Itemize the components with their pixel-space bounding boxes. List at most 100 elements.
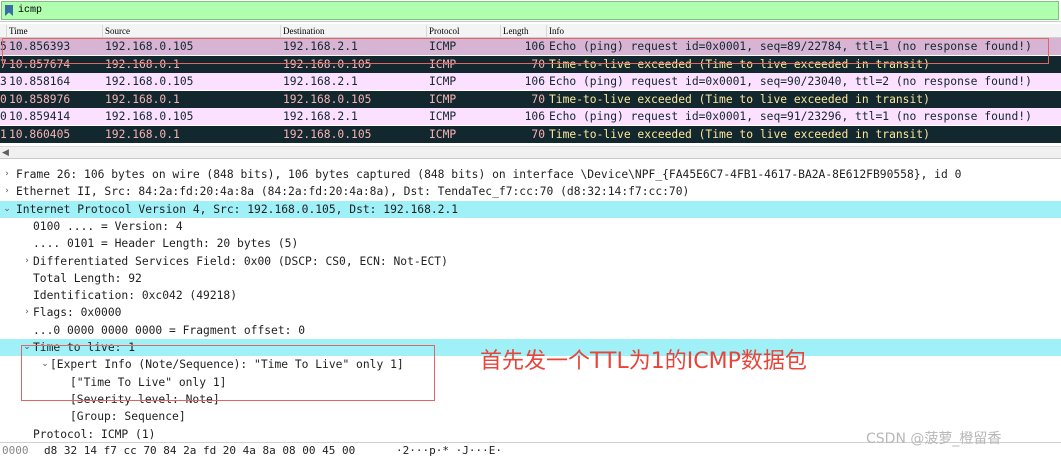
cell-protocol: ICMP [429,57,457,71]
cell-time: 10.859414 [9,110,71,123]
cell-no: 3 [0,75,7,88]
cell-length: 106 [524,75,545,88]
tree-item-text: [Group: Sequence] [70,410,186,424]
tree-item[interactable]: › Frame 26: 106 bytes on wire (848 bits),… [0,166,1061,183]
tree-item[interactable]: › Differentiated Services Field: 0x00 (DS… [0,253,1061,270]
cell-length: 106 [524,40,545,53]
cell-source: 192.168.0.1 [105,92,180,106]
filter-text: icmp [18,5,43,16]
cell-info: Time-to-live exceeded (Time to live exce… [549,57,930,71]
tree-item-text: 0100 .... = Version: 4 [33,219,183,233]
packet-list-header: Time Source Destination Protocol Length … [0,24,1061,38]
cell-protocol: ICMP [429,110,457,123]
cell-time: 10.858976 [9,92,71,106]
cell-length: 106 [524,110,545,123]
packet-row[interactable]: 3 10.858164 192.168.0.105 192.168.2.1 ICMP 10… [0,73,1061,90]
column-header-source[interactable]: Source [102,25,280,37]
cell-source: 192.168.0.105 [105,75,194,88]
cell-time: 10.856393 [9,40,71,53]
bytes-hex[interactable]: d8 32 14 f7 cc 70 84 2a fd 20 4a 8a 08 0… [44,444,355,457]
cell-no: 1 [0,127,7,141]
column-header-info[interactable]: Info [546,25,1061,37]
chevron-down-icon[interactable]: ⌄ [22,339,32,356]
tree-item-text: ["Time To Live" only 1] [70,375,227,389]
annotation-text: 首先发一个TTL为1的ICMP数据包 [480,349,807,374]
column-header-time[interactable]: Time [6,25,104,37]
tree-item-text: Total Length: 92 [33,271,142,285]
tree-item[interactable]: › Flags: 0x0000 [0,304,1061,321]
cell-destination: 192.168.0.105 [283,92,372,106]
tree-item[interactable]: Identification: 0xc042 (49218) [0,287,1061,304]
tree-item-text: Ethernet II, Src: 84:2a:fd:20:4a:8a (84:… [16,185,690,199]
tree-item-text: Flags: 0x0000 [33,306,122,320]
cell-destination: 192.168.2.1 [283,40,358,53]
tree-item-text: [Severity level: Note] [70,392,220,406]
cell-time: 10.860405 [9,127,71,141]
cell-destination: 192.168.2.1 [283,75,358,88]
tree-item-text: ...0 0000 0000 0000 = Fragment offset: 0 [33,323,306,337]
tree-item-text: Identification: 0xc042 (49218) [33,289,238,303]
cell-no: 0 [0,92,7,106]
packet-row[interactable]: 7 10.857674 192.168.0.1 192.168.0.105 ICMP 70… [0,55,1061,73]
tree-item-text: [Expert Info (Note/Sequence): "Time To L… [50,358,404,372]
column-header-destination[interactable]: Destination [280,25,426,37]
packet-details-pane: › Frame 26: 106 bytes on wire (848 bits),… [0,166,1061,442]
cell-source: 192.168.0.1 [105,57,180,71]
cell-info: Time-to-live exceeded (Time to live exce… [549,127,930,141]
tree-item[interactable]: [Severity level: Note] [0,391,1061,408]
scroll-left-arrow-icon[interactable]: ◀ [2,148,9,158]
cell-info: Echo (ping) request id=0x0001, seq=91/23… [549,110,1032,123]
packet-list-scrollbar[interactable]: ◀ [0,146,1061,159]
tree-item[interactable]: ...0 0000 0000 0000 = Fragment offset: 0 [0,322,1061,339]
chevron-right-icon[interactable]: › [2,183,12,200]
tree-item[interactable]: Total Length: 92 [0,270,1061,287]
cell-time: 10.858164 [9,75,71,88]
cell-destination: 192.168.0.105 [283,127,372,141]
tree-item[interactable]: .... 0101 = Header Length: 20 bytes (5) [0,235,1061,252]
tree-item-text: Differentiated Services Field: 0x00 (DSC… [33,254,448,268]
packet-row[interactable]: 5 10.856393 192.168.0.105 192.168.2.1 ICMP 10… [0,38,1061,55]
tree-item-text: Protocol: ICMP (1) [33,427,156,441]
cell-protocol: ICMP [429,127,457,141]
tree-item-text: Internet Protocol Version 4, Src: 192.16… [16,202,459,216]
chevron-down-icon[interactable]: ⌄ [2,201,12,218]
tree-item[interactable]: [Group: Sequence] [0,408,1061,425]
cell-source: 192.168.0.105 [105,40,194,53]
chevron-right-icon[interactable]: › [22,253,32,270]
cell-no: 5 [0,40,7,53]
column-header-protocol[interactable]: Protocol [426,25,500,37]
packet-list: 5 10.856393 192.168.0.105 192.168.2.1 ICMP 10… [0,38,1061,144]
cell-time: 10.857674 [9,57,71,71]
cell-source: 192.168.0.1 [105,127,180,141]
cell-destination: 192.168.2.1 [283,110,358,123]
bookmark-icon[interactable] [3,3,15,18]
cell-source: 192.168.0.105 [105,110,194,123]
cell-destination: 192.168.0.105 [283,57,372,71]
packet-row[interactable]: 0 10.858976 192.168.0.1 192.168.0.105 ICMP 70… [0,90,1061,108]
chevron-right-icon[interactable]: › [2,166,12,183]
tree-item-text: Frame 26: 106 bytes on wire (848 bits), … [16,168,962,181]
cell-no: 0 [0,110,7,123]
tree-item-text: Time to live: 1 [33,341,136,354]
tree-item[interactable]: ["Time To Live" only 1] [0,374,1061,391]
cell-length: 70 [531,127,545,141]
cell-length: 70 [531,92,545,106]
bytes-ascii[interactable]: ·2···p·* ·J···E· [396,444,502,457]
cell-info: Echo (ping) request id=0x0001, seq=90/23… [549,75,1032,88]
tree-item[interactable]: › Ethernet II, Src: 84:2a:fd:20:4a:8a (84… [0,183,1061,200]
tree-item-text: .... 0101 = Header Length: 20 bytes (5) [33,237,299,251]
packet-row[interactable]: 1 10.860405 192.168.0.1 192.168.0.105 ICMP 70… [0,125,1061,143]
cell-protocol: ICMP [429,92,457,106]
cell-no: 7 [0,57,7,71]
cell-protocol: ICMP [429,75,457,88]
bytes-offset: 0000 [2,444,29,457]
chevron-right-icon[interactable]: › [22,304,32,321]
display-filter-input[interactable]: icmp [1,1,1059,20]
chevron-down-icon[interactable]: ⌄ [40,356,50,373]
column-header-length[interactable]: Length [500,25,546,37]
tree-item[interactable]: 0100 .... = Version: 4 [0,218,1061,235]
packet-row[interactable]: 0 10.859414 192.168.0.105 192.168.2.1 ICMP 10… [0,108,1061,125]
cell-info: Echo (ping) request id=0x0001, seq=89/22… [549,40,1032,53]
cell-info: Time-to-live exceeded (Time to live exce… [549,92,930,106]
tree-item[interactable]: ⌄ Internet Protocol Version 4, Src: 192.1… [0,200,1061,218]
